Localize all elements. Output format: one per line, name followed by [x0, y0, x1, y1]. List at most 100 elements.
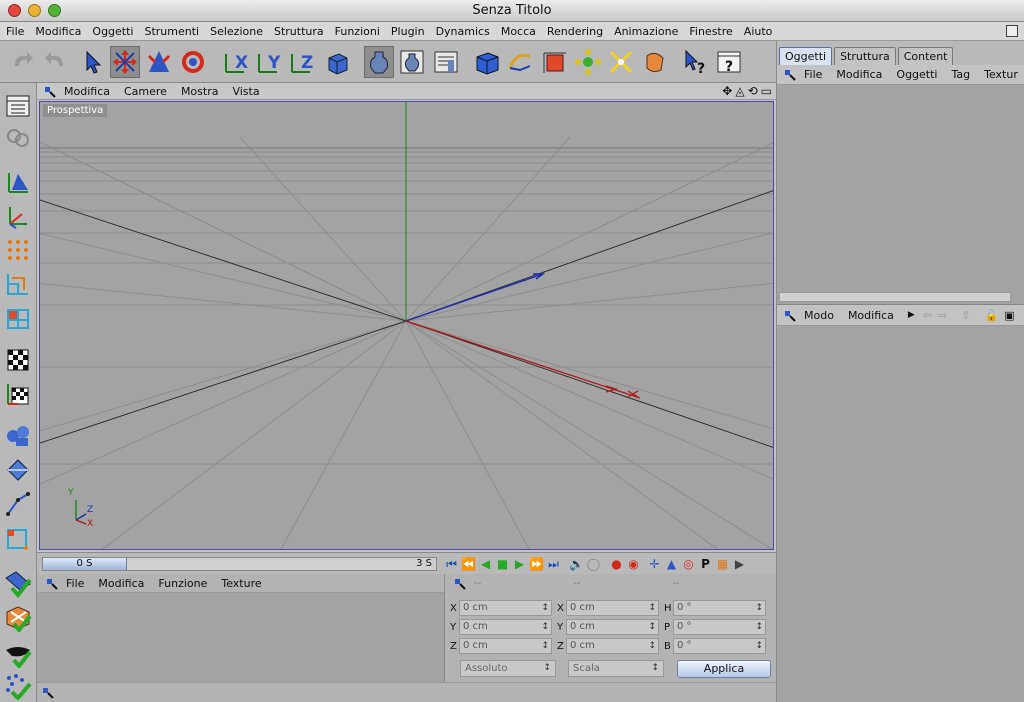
- menu-modifica[interactable]: Modifica: [35, 25, 81, 38]
- rotate-view-icon[interactable]: ⟲: [748, 84, 758, 98]
- coordinate-system-icon[interactable]: [322, 46, 352, 78]
- forward-arrow-icon[interactable]: ⇨: [938, 309, 947, 322]
- menu-animazione[interactable]: Animazione: [614, 25, 678, 38]
- lock-icon[interactable]: 🔓: [985, 309, 999, 322]
- editor-layout-icon[interactable]: [2, 91, 34, 121]
- z-axis-lock-icon[interactable]: Z: [288, 46, 318, 78]
- zoom-window-button[interactable]: [48, 4, 61, 17]
- time-slider-thumb[interactable]: 0 S: [43, 558, 127, 570]
- viewport-menu-mostra[interactable]: Mostra: [181, 85, 219, 98]
- up-arrow-icon[interactable]: ⇧: [961, 309, 970, 322]
- menu-funzioni[interactable]: Funzioni: [335, 25, 380, 38]
- menu-mocca[interactable]: Mocca: [501, 25, 536, 38]
- objects-menu-tag[interactable]: Tag: [951, 68, 970, 81]
- coordinates-pin-icon[interactable]: [453, 577, 466, 590]
- status-pin-icon[interactable]: [41, 686, 54, 699]
- cube-primitive-icon[interactable]: [472, 46, 502, 78]
- object-list-scrollbar[interactable]: [779, 292, 1011, 302]
- attributes-menu-modifica[interactable]: Modifica: [848, 309, 894, 322]
- edges-mode-icon[interactable]: [2, 269, 34, 299]
- menu-oggetti[interactable]: Oggetti: [92, 25, 133, 38]
- parameter-key-icon[interactable]: P: [698, 557, 713, 572]
- maximize-view-icon[interactable]: ▭: [761, 84, 772, 98]
- menu-finestre[interactable]: Finestre: [689, 25, 732, 38]
- select-pointer-icon[interactable]: [78, 46, 108, 78]
- rot-b-field[interactable]: 0 °: [673, 638, 766, 654]
- object-manager-pin-icon[interactable]: [783, 68, 796, 81]
- apply-button[interactable]: Applica: [677, 660, 771, 678]
- record-disabled-icon[interactable]: ◯: [586, 557, 601, 572]
- particles-check-icon[interactable]: [2, 671, 34, 701]
- timeline-menu-icon[interactable]: ▶: [732, 557, 747, 572]
- time-slider[interactable]: 0 S 3 S: [42, 557, 437, 571]
- objects-menu-oggetti[interactable]: Oggetti: [896, 68, 937, 81]
- size-y-field[interactable]: 0 cm: [566, 619, 659, 635]
- help-menu-icon[interactable]: ?: [714, 46, 744, 78]
- new-manager-icon[interactable]: ▣: [1004, 309, 1014, 322]
- animation-mode-icon[interactable]: [2, 523, 34, 553]
- size-z-field[interactable]: 0 cm: [566, 638, 659, 654]
- array-icon[interactable]: [573, 46, 603, 78]
- render-picture-icon[interactable]: [397, 46, 427, 78]
- objects-menu-modifica[interactable]: Modifica: [836, 68, 882, 81]
- back-arrow-icon[interactable]: ⇦: [923, 309, 932, 322]
- go-to-start-icon[interactable]: ⏮: [444, 557, 459, 572]
- material-menu-texture[interactable]: Texture: [221, 577, 261, 590]
- inverse-kinematics-icon[interactable]: [2, 489, 34, 519]
- rotate-tool-icon[interactable]: [178, 46, 208, 78]
- objects-menu-textur[interactable]: Textur: [984, 68, 1018, 81]
- viewport-menu-modifica[interactable]: Modifica: [64, 85, 110, 98]
- render-view-icon[interactable]: [364, 46, 394, 78]
- sound-icon[interactable]: 🔈: [569, 557, 584, 572]
- points-mode-icon[interactable]: [2, 235, 34, 265]
- pan-view-icon[interactable]: ✥: [722, 84, 732, 98]
- pos-x-field[interactable]: 0 cm: [459, 600, 552, 616]
- previous-key-icon[interactable]: ⏪: [461, 557, 476, 572]
- nurbs-icon[interactable]: [540, 46, 570, 78]
- move-tool-icon[interactable]: [110, 46, 140, 78]
- y-axis-lock-icon[interactable]: Y: [255, 46, 285, 78]
- cube-check-icon[interactable]: [2, 603, 34, 633]
- layout-toggle-icon[interactable]: [1006, 25, 1018, 37]
- material-pin-icon[interactable]: [45, 577, 58, 590]
- attributes-expand-icon[interactable]: ▶: [908, 310, 915, 320]
- object-list[interactable]: [779, 85, 1021, 292]
- x-axis-lock-icon[interactable]: X: [222, 46, 252, 78]
- menu-strumenti[interactable]: Strumenti: [144, 25, 199, 38]
- undo-icon[interactable]: [8, 46, 38, 78]
- pin-icon[interactable]: [43, 85, 56, 98]
- polygons-mode-icon[interactable]: [2, 303, 34, 333]
- play-forwards-icon[interactable]: ▶: [512, 557, 527, 572]
- size-x-field[interactable]: 0 cm: [566, 600, 659, 616]
- menu-file[interactable]: File: [6, 25, 24, 38]
- rot-h-field[interactable]: 0 °: [673, 600, 766, 616]
- zoom-view-icon[interactable]: ◬: [735, 84, 744, 98]
- go-to-end-icon[interactable]: ⏭: [546, 557, 561, 572]
- texture-mode-icon[interactable]: [2, 345, 34, 375]
- render-settings-icon[interactable]: [431, 46, 461, 78]
- bones-icon[interactable]: [2, 421, 34, 451]
- menu-selezione[interactable]: Selezione: [210, 25, 263, 38]
- record-key-icon[interactable]: ●: [609, 557, 624, 572]
- menu-plugin[interactable]: Plugin: [391, 25, 425, 38]
- close-window-button[interactable]: [8, 4, 21, 17]
- model-mode-icon[interactable]: [2, 167, 34, 197]
- attributes-pin-icon[interactable]: [783, 309, 796, 322]
- perspective-viewport[interactable]: Prospettiva Y Z X: [39, 101, 774, 550]
- menu-struttura[interactable]: Struttura: [274, 25, 324, 38]
- rotation-key-icon[interactable]: ◎: [681, 557, 696, 572]
- menu-dynamics[interactable]: Dynamics: [436, 25, 490, 38]
- redo-icon[interactable]: [40, 46, 70, 78]
- point-level-icon[interactable]: ▦: [715, 557, 730, 572]
- viewport-menu-vista[interactable]: Vista: [232, 85, 259, 98]
- pos-y-field[interactable]: 0 cm: [459, 619, 552, 635]
- material-menu-file[interactable]: File: [66, 577, 84, 590]
- camera-icon[interactable]: [2, 123, 34, 153]
- menu-rendering[interactable]: Rendering: [547, 25, 603, 38]
- scale-tool-icon[interactable]: [144, 46, 174, 78]
- next-key-icon[interactable]: ⏩: [529, 557, 544, 572]
- viewport-menu-camere[interactable]: Camere: [124, 85, 167, 98]
- spline-icon[interactable]: [505, 46, 535, 78]
- tab-content[interactable]: Content: [897, 47, 954, 65]
- brush-icon[interactable]: [2, 455, 34, 485]
